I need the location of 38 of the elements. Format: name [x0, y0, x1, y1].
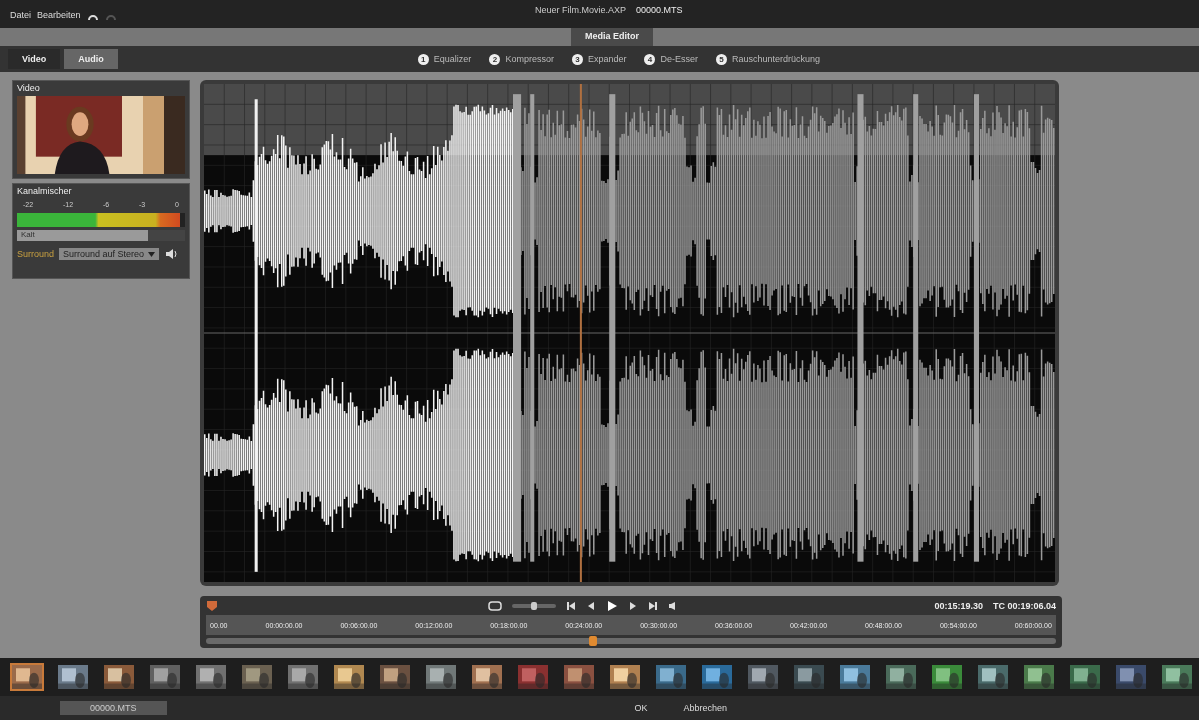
skip-forward-icon[interactable] [648, 601, 658, 611]
number-badge: 2 [489, 53, 501, 65]
surround-label: Surround [17, 249, 55, 259]
effect-tab[interactable]: Equalizer [433, 54, 472, 64]
project-title: Neuer Film.Movie.AXP [535, 5, 627, 15]
number-badge: 5 [715, 53, 727, 65]
duration-display: 00:15:19.30 [934, 601, 983, 611]
effect-tab[interactable]: Kompressor [505, 54, 554, 64]
menu-item[interactable]: Bearbeiten [37, 10, 81, 20]
fader[interactable]: Kalt [17, 230, 149, 241]
effect-tab[interactable]: Expander [587, 54, 627, 64]
number-badge: 1 [417, 53, 429, 65]
number-badge: 4 [644, 53, 656, 65]
source-tab[interactable]: Video [8, 49, 61, 69]
clip-name: 00000.MTS [60, 701, 167, 715]
panel-title: Kanalmischer [17, 186, 73, 196]
source-tab[interactable]: Audio [64, 49, 118, 69]
scrub-track[interactable] [206, 638, 1056, 644]
marker-icon[interactable] [206, 600, 218, 612]
menu-item[interactable]: Datei [10, 10, 31, 20]
loop-icon[interactable] [488, 601, 502, 611]
step-back-icon[interactable] [586, 601, 596, 611]
effect-tab[interactable]: De-Esser [660, 54, 698, 64]
effect-tab[interactable]: Rauschunterdrückung [731, 54, 820, 64]
play-icon[interactable] [606, 600, 618, 612]
playhead[interactable] [588, 636, 597, 646]
panel-title: Video [17, 83, 41, 93]
number-badge: 3 [571, 53, 583, 65]
speaker-icon[interactable] [164, 248, 179, 260]
timecode-display: TC 00:19:06.04 [992, 601, 1056, 611]
clip-name[interactable]: 00000.MTS [636, 5, 683, 15]
surround-dropdown[interactable]: Surround auf Stereo [59, 248, 160, 260]
step-forward-icon[interactable] [628, 601, 638, 611]
volume-icon[interactable] [668, 601, 678, 611]
jog-slider[interactable] [531, 602, 537, 610]
editor-tab[interactable]: Media Editor [571, 28, 653, 46]
skip-back-icon[interactable] [566, 601, 576, 611]
caret-icon[interactable] [148, 251, 156, 257]
